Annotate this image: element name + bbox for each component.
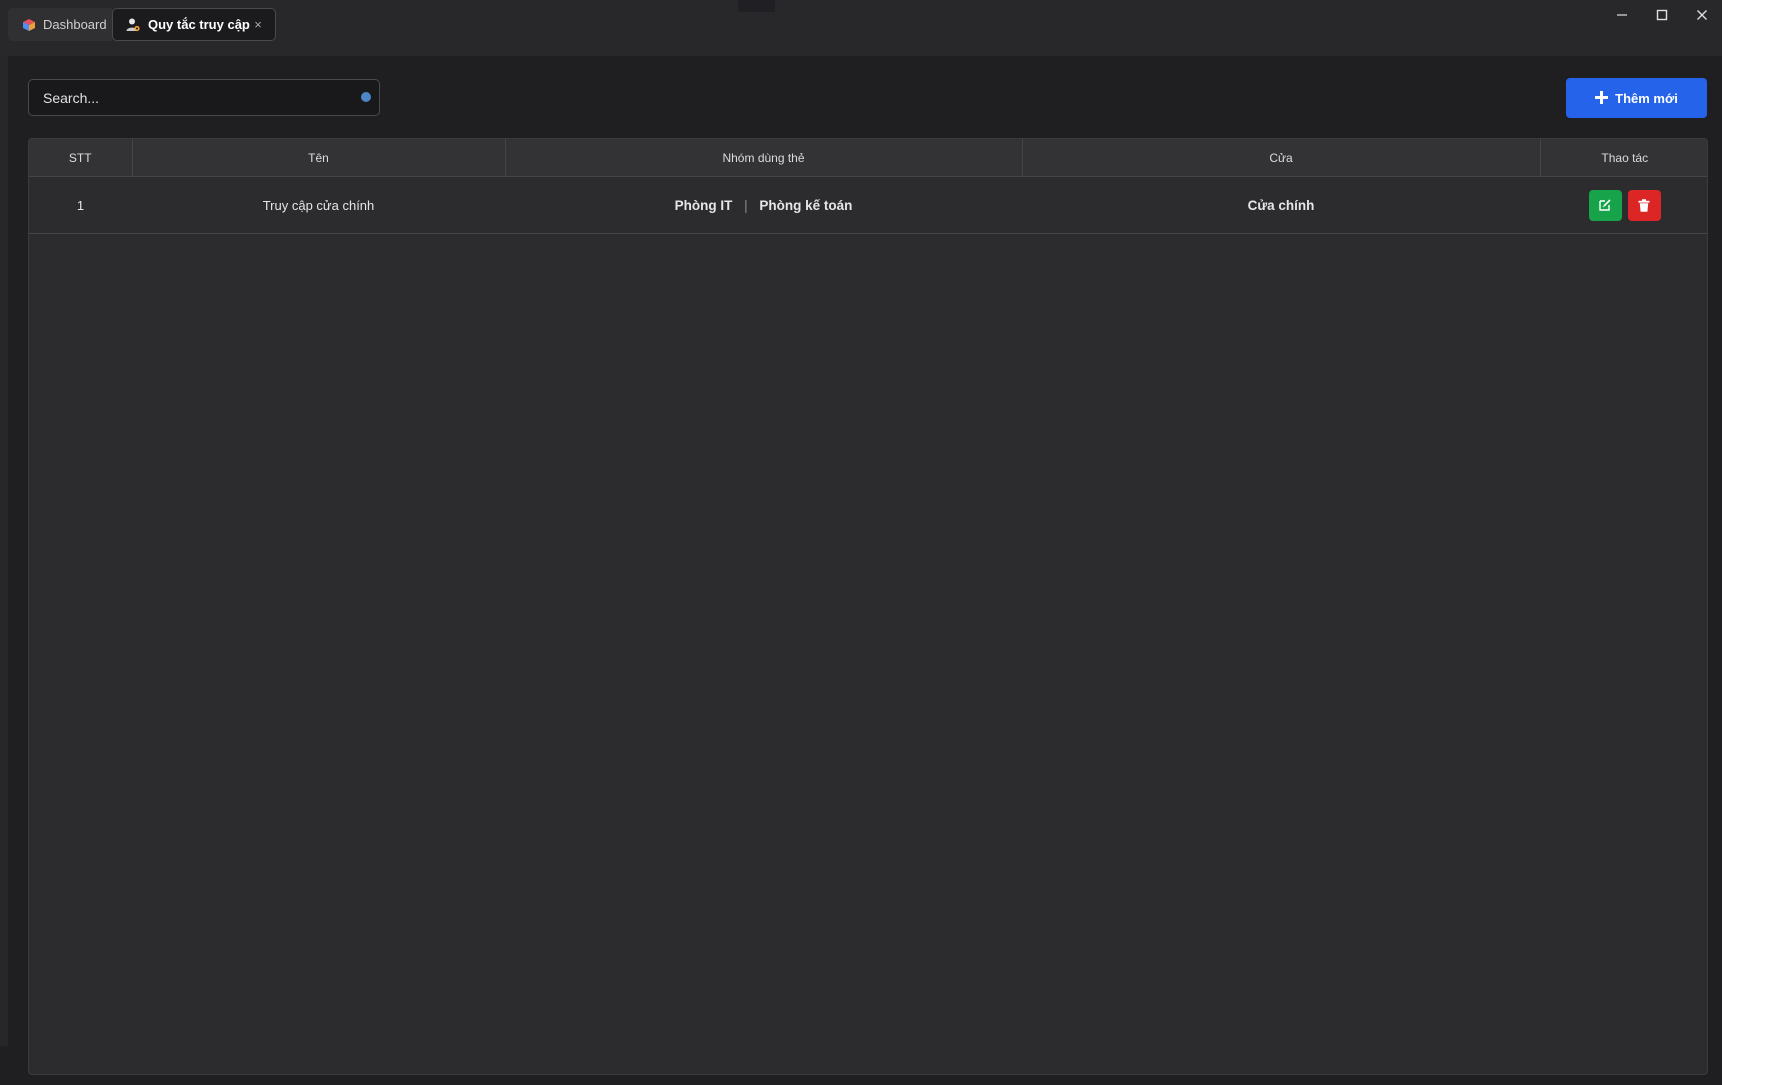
cell-actions <box>1540 176 1707 234</box>
tab-access-rules[interactable]: Quy tắc truy cập × <box>112 8 276 41</box>
table-row[interactable]: 1 Truy cập cửa chính Phòng IT | Phòng kế… <box>29 176 1707 234</box>
row-actions <box>1540 189 1707 221</box>
search-box[interactable] <box>28 79 380 116</box>
minimize-icon <box>1617 14 1627 16</box>
search-input[interactable] <box>29 88 345 107</box>
column-header-door[interactable]: Cửa <box>1022 139 1541 177</box>
search-indicator-icon <box>361 92 371 102</box>
rules-table-panel: STT Tên Nhóm dùng thẻ Cửa Thao tác 1 Tru… <box>28 138 1708 1075</box>
rules-table: STT Tên Nhóm dùng thẻ Cửa Thao tác 1 Tru… <box>29 139 1707 234</box>
left-edge <box>0 56 8 1046</box>
tab-dashboard-label: Dashboard <box>43 17 107 32</box>
table-header-row: STT Tên Nhóm dùng thẻ Cửa Thao tác <box>29 139 1707 177</box>
group-tag: Phòng IT <box>674 197 733 213</box>
window-controls <box>1602 0 1722 30</box>
delete-button[interactable] <box>1627 189 1661 221</box>
close-window-button[interactable] <box>1682 0 1722 30</box>
edit-button[interactable] <box>1588 189 1622 221</box>
tab-access-rules-label: Quy tắc truy cập <box>148 17 250 32</box>
column-header-name[interactable]: Tên <box>132 139 506 177</box>
tab-dashboard[interactable]: Dashboard <box>8 8 112 41</box>
column-header-groups[interactable]: Nhóm dùng thẻ <box>505 139 1023 177</box>
cell-name: Truy cập cửa chính <box>132 176 505 234</box>
close-icon <box>1697 10 1707 20</box>
edit-icon <box>1599 199 1611 211</box>
add-new-label: Thêm mới <box>1615 90 1678 106</box>
app-window: Dashboard Quy tắc truy cập × Search... T… <box>0 0 1722 1085</box>
main-content: Thêm mới STT Tên Nhóm dùng thẻ Cửa <box>8 56 1722 1085</box>
add-new-button[interactable]: Thêm mới <box>1566 78 1707 118</box>
group-separator: | <box>744 197 748 213</box>
cell-door: Cửa chính <box>1022 176 1540 234</box>
trash-icon <box>1638 198 1650 212</box>
cell-stt: 1 <box>29 176 132 234</box>
user-settings-icon <box>125 17 141 33</box>
tab-bar: Dashboard Quy tắc truy cập × <box>8 8 276 41</box>
group-tag: Phòng kế toán <box>759 197 853 213</box>
title-bar: Dashboard Quy tắc truy cập × <box>0 0 1722 56</box>
maximize-button[interactable] <box>1642 0 1682 30</box>
maximize-icon <box>1656 9 1668 21</box>
plus-icon <box>1595 89 1609 107</box>
column-header-actions: Thao tác <box>1540 139 1707 177</box>
minimize-button[interactable] <box>1602 0 1642 30</box>
drag-handle[interactable] <box>738 0 775 12</box>
cell-groups: Phòng IT | Phòng kế toán <box>505 176 1022 234</box>
column-header-stt[interactable]: STT <box>29 139 133 177</box>
cube-icon <box>22 17 36 33</box>
tab-close-icon[interactable]: × <box>251 17 265 32</box>
